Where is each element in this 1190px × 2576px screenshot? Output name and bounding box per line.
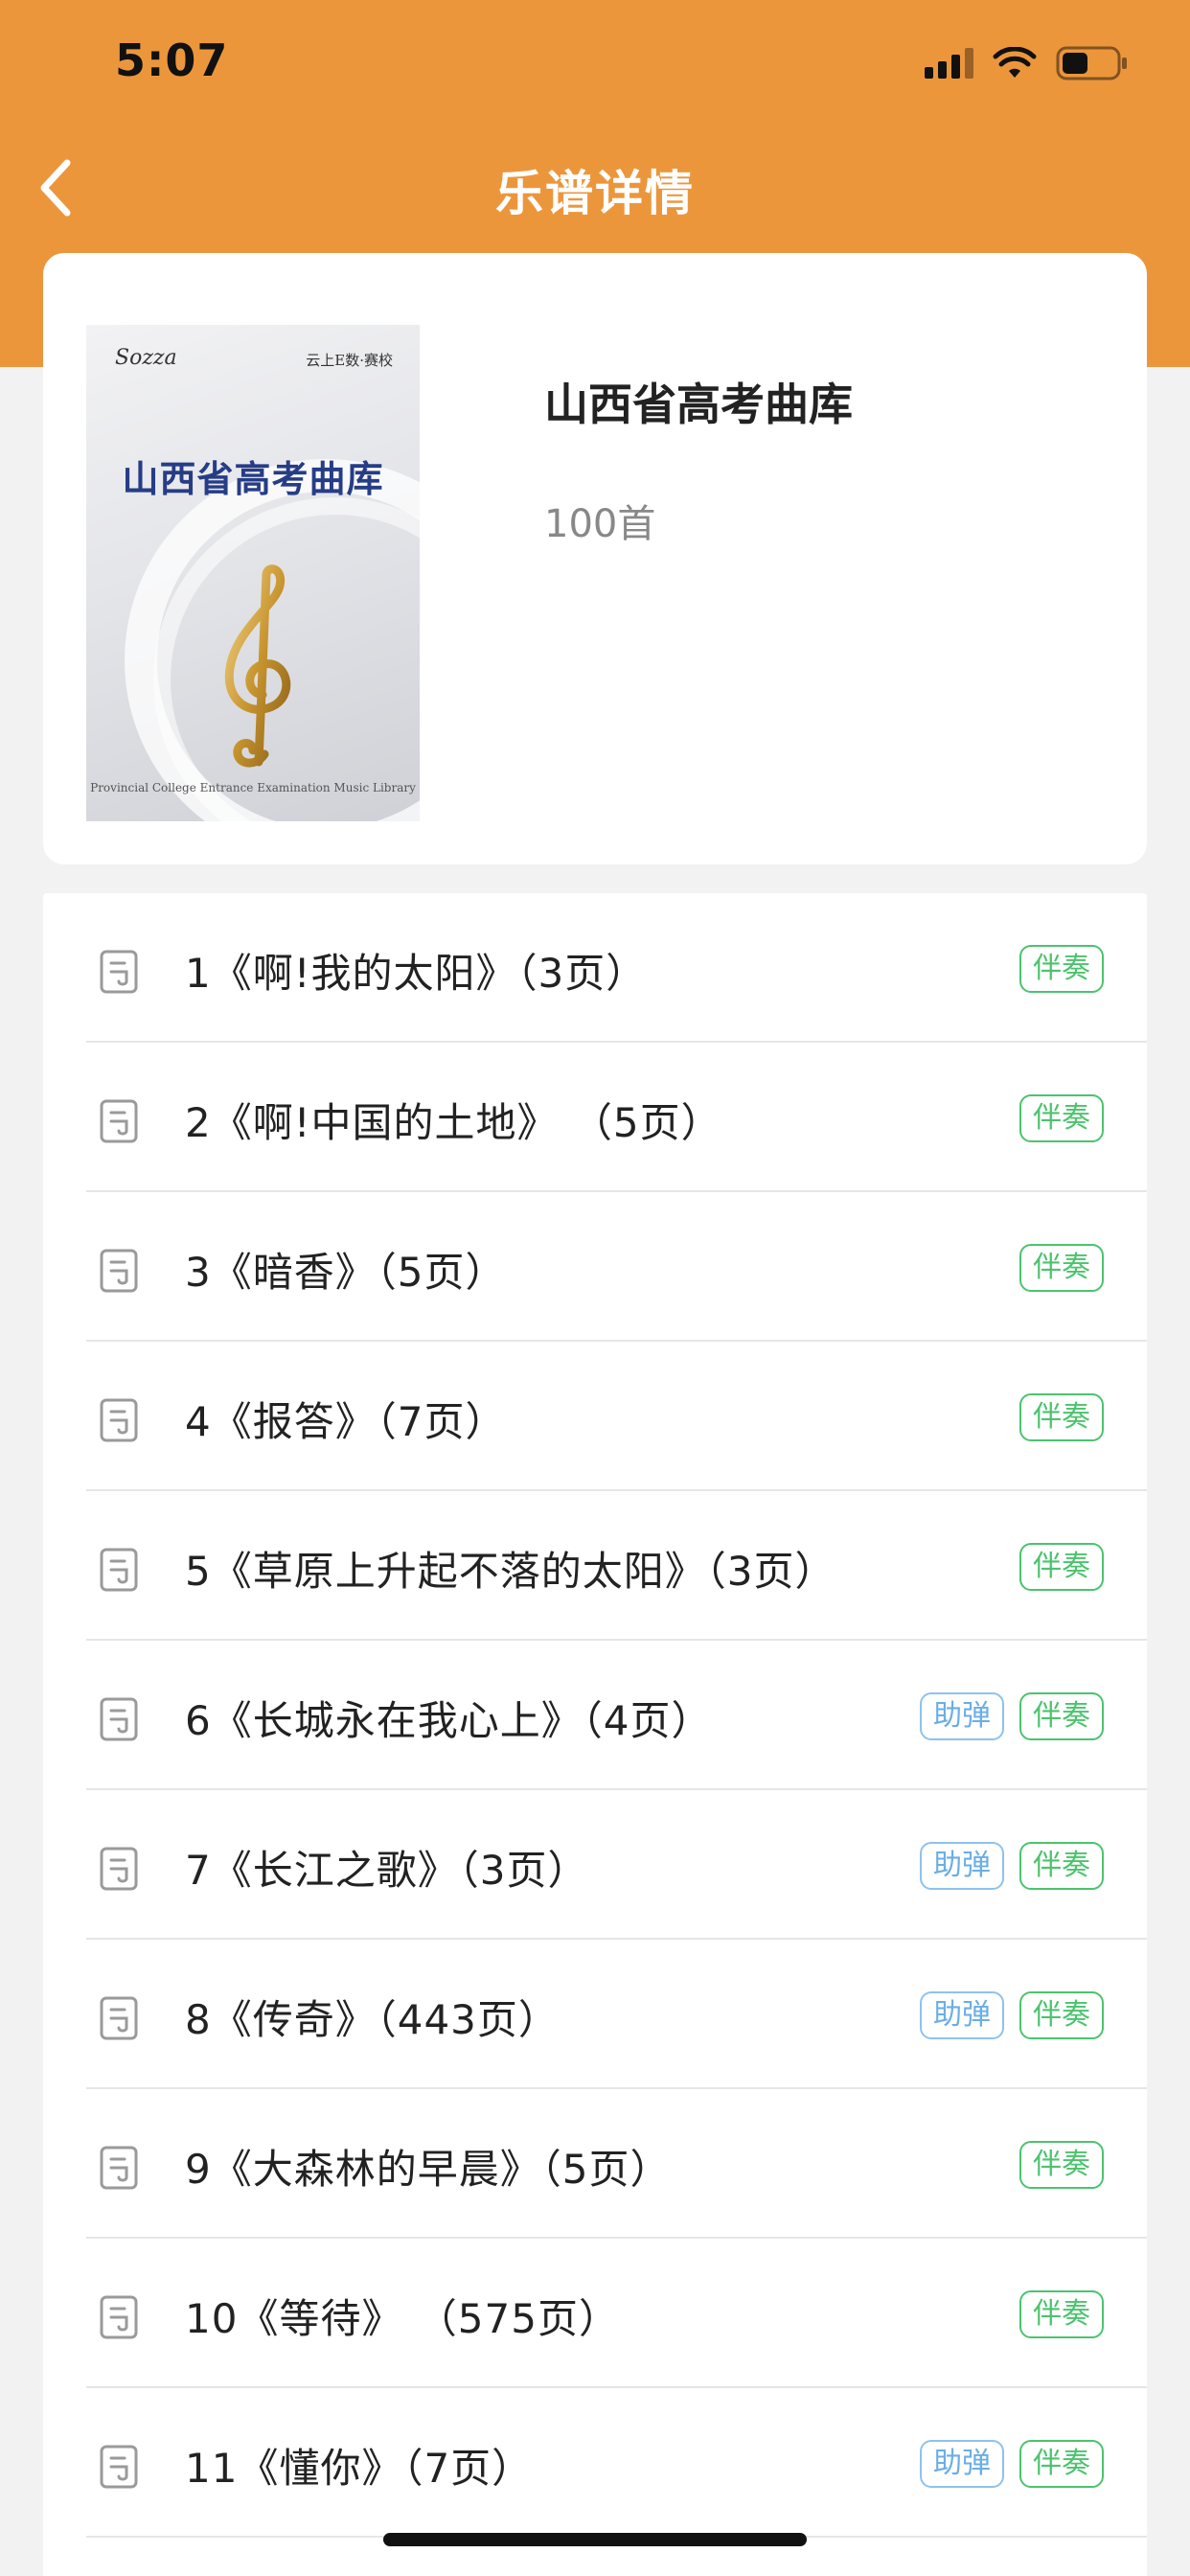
cover-brand-logo: Sozza <box>115 346 177 370</box>
song-title: 1《啊!我的太阳》（3页） <box>185 950 648 997</box>
sheet-music-icon <box>100 1847 138 1891</box>
accompaniment-tag[interactable]: 伴奏 <box>1019 2141 1104 2189</box>
treble-clef-icon <box>224 564 291 768</box>
song-title: 6《长城永在我心上》（4页） <box>185 1697 713 1744</box>
accompaniment-tag[interactable]: 伴奏 <box>1019 1393 1104 1441</box>
assist-play-tag[interactable]: 助弹 <box>920 1842 1004 1890</box>
song-row[interactable]: 7《长江之歌》（3页） 助弹 伴奏 <box>43 1790 1147 1940</box>
sheet-music-icon <box>100 1996 138 2040</box>
accompaniment-tag[interactable]: 伴奏 <box>1019 1094 1104 1142</box>
sheet-music-icon <box>100 1398 138 1442</box>
song-row[interactable]: 6《长城永在我心上》（4页） 助弹 伴奏 <box>43 1641 1147 1790</box>
song-tags: 助弹 伴奏 <box>920 1692 1104 1740</box>
status-time: 5:07 <box>115 34 229 86</box>
song-title: 8《传奇》（443页） <box>185 1996 560 2043</box>
song-row[interactable]: 4《报答》（7页） 伴奏 <box>43 1342 1147 1491</box>
song-row[interactable]: 5《草原上升起不落的太阳》（3页） 伴奏 <box>43 1491 1147 1641</box>
song-tags: 伴奏 <box>1019 1393 1104 1441</box>
song-title: 2《啊!中国的土地》 （5页） <box>185 1099 722 1146</box>
song-row[interactable]: 8《传奇》（443页） 助弹 伴奏 <box>43 1940 1147 2089</box>
song-tags: 伴奏 <box>1019 2141 1104 2189</box>
song-tags: 伴奏 <box>1019 2290 1104 2338</box>
sheet-music-icon <box>100 2146 138 2190</box>
accompaniment-tag[interactable]: 伴奏 <box>1019 2440 1104 2488</box>
home-indicator[interactable] <box>383 2533 807 2546</box>
song-row[interactable]: 2《啊!中国的土地》 （5页） 伴奏 <box>43 1043 1147 1192</box>
sheet-music-icon <box>100 1249 138 1293</box>
song-row[interactable]: 10《等待》 （575页） 伴奏 <box>43 2239 1147 2388</box>
song-tags: 助弹 伴奏 <box>920 2440 1104 2488</box>
accompaniment-tag[interactable]: 伴奏 <box>1019 1991 1104 2039</box>
book-cover[interactable]: Sozza 云上E数·赛校 山西省高考曲库 Provincial College… <box>86 325 420 821</box>
sheet-music-icon <box>100 1099 138 1143</box>
song-row[interactable]: 11《懂你》（7页） 助弹 伴奏 <box>43 2388 1147 2538</box>
sheet-music-icon <box>100 1548 138 1592</box>
song-title: 10《等待》 （575页） <box>185 2295 620 2342</box>
accompaniment-tag[interactable]: 伴奏 <box>1019 1842 1104 1890</box>
cover-title: 山西省高考曲库 <box>122 457 384 500</box>
accompaniment-tag[interactable]: 伴奏 <box>1019 1543 1104 1591</box>
book-title: 山西省高考曲库 <box>544 379 853 430</box>
sheet-music-icon <box>100 950 138 994</box>
battery-icon <box>1056 46 1127 80</box>
song-row[interactable]: 3《暗香》（5页） 伴奏 <box>43 1192 1147 1342</box>
accompaniment-tag[interactable]: 伴奏 <box>1019 2290 1104 2338</box>
screen: 5:07 乐谱详情 Sozza 云上E数·赛校 山西省高考曲库 Provinci… <box>0 0 1190 2576</box>
accompaniment-tag[interactable]: 伴奏 <box>1019 1244 1104 1292</box>
song-title: 9《大森林的早晨》（5页） <box>185 2146 672 2193</box>
song-title: 11《懂你》（7页） <box>185 2445 534 2492</box>
assist-play-tag[interactable]: 助弹 <box>920 2440 1004 2488</box>
page-title: 乐谱详情 <box>495 166 695 221</box>
song-title: 3《暗香》（5页） <box>185 1249 507 1296</box>
song-row[interactable]: 9《大森林的早晨》（5页） 伴奏 <box>43 2089 1147 2239</box>
status-icons <box>925 44 1129 82</box>
song-tags: 助弹 伴奏 <box>920 1842 1104 1890</box>
cover-subtitle: 云上E数·赛校 <box>306 352 393 369</box>
song-title: 5《草原上升起不落的太阳》（3页） <box>185 1548 836 1595</box>
wifi-icon <box>993 47 1037 78</box>
assist-play-tag[interactable]: 助弹 <box>920 1991 1004 2039</box>
song-title: 7《长江之歌》（3页） <box>185 1847 589 1894</box>
song-tags: 伴奏 <box>1019 1244 1104 1292</box>
cellular-signal-icon <box>925 48 973 79</box>
assist-play-tag[interactable]: 助弹 <box>920 1692 1004 1740</box>
sheet-music-icon <box>100 2445 138 2489</box>
song-tags: 伴奏 <box>1019 945 1104 993</box>
song-tags: 伴奏 <box>1019 1543 1104 1591</box>
song-title: 4《报答》（7页） <box>185 1398 507 1445</box>
sheet-music-icon <box>100 2295 138 2339</box>
song-tags: 助弹 伴奏 <box>920 1991 1104 2039</box>
accompaniment-tag[interactable]: 伴奏 <box>1019 945 1104 993</box>
song-count: 100首 <box>544 502 656 546</box>
song-list: 1《啊!我的太阳》（3页） 伴奏 2《啊!中国的土地》 （5页） 伴奏 3《暗香》（5页… <box>43 893 1147 2576</box>
song-tags: 伴奏 <box>1019 1094 1104 1142</box>
sheet-music-icon <box>100 1697 138 1741</box>
cover-footer: Provincial College Entrance Examination … <box>90 781 416 794</box>
song-row[interactable]: 1《啊!我的太阳》（3页） 伴奏 <box>43 893 1147 1043</box>
accompaniment-tag[interactable]: 伴奏 <box>1019 1692 1104 1740</box>
book-card: Sozza 云上E数·赛校 山西省高考曲库 Provincial College… <box>43 253 1147 864</box>
